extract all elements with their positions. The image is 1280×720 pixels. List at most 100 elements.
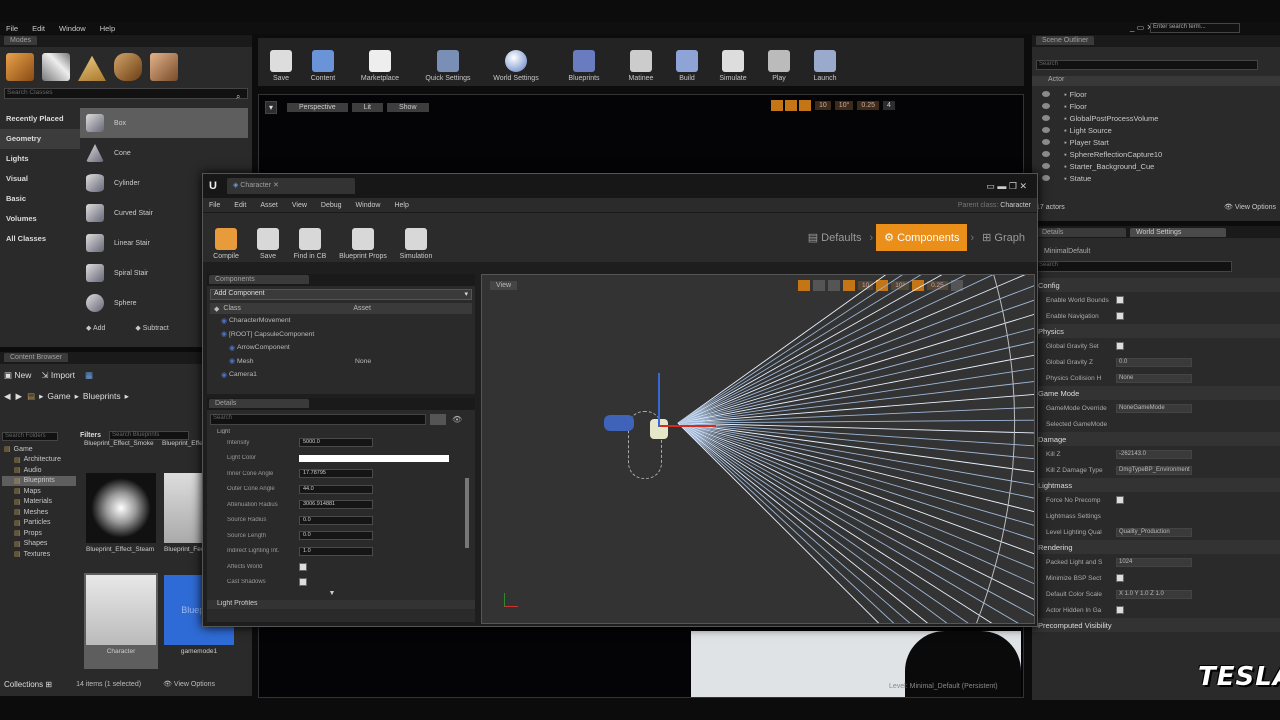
property-value-field[interactable]: NoneGameMode [1116, 403, 1192, 413]
details-scrollbar[interactable] [465, 478, 469, 548]
save-all-icon[interactable]: ▦ [85, 370, 93, 381]
landscape-mode-icon[interactable] [78, 55, 106, 81]
visibility-eye-icon[interactable] [1042, 91, 1050, 97]
property-checkbox[interactable] [1116, 496, 1124, 504]
property-checkbox[interactable] [1116, 342, 1124, 350]
cat-basic[interactable]: Basic [0, 189, 80, 209]
scene-outliner-tab[interactable]: Scene Outliner [1036, 36, 1095, 45]
light-profiles-section[interactable]: Light Profiles [207, 600, 475, 609]
bp-toolbar-save-button[interactable]: Save [251, 216, 285, 260]
paint-mode-icon[interactable] [42, 53, 70, 81]
outliner-view-options[interactable]: 👁 View Options [1224, 203, 1276, 211]
bp-menu-window[interactable]: Window [356, 202, 381, 209]
component-tree-row[interactable]: ◉ Camera1 [207, 368, 475, 382]
geometry-mode-icon[interactable] [150, 53, 178, 81]
toolbar-launch-button[interactable]: Launch [808, 42, 842, 82]
collections-toggle[interactable]: Collections ⊞ [4, 680, 52, 689]
bp-details-tab[interactable]: Details [209, 399, 309, 408]
outliner-row[interactable]: ▪ GlobalPostProcessVolume [1032, 112, 1280, 124]
global-search-input[interactable]: Enter search term... [1150, 23, 1240, 33]
visibility-eye-icon[interactable] [1042, 127, 1050, 133]
rotation-snap-value[interactable]: 10° [834, 101, 854, 110]
property-matrix-icon[interactable] [430, 414, 446, 425]
crumb-blueprints[interactable]: Blueprints [83, 391, 121, 401]
rotate-icon[interactable] [785, 100, 797, 111]
bp-menu-edit[interactable]: Edit [234, 202, 246, 209]
property-value-field[interactable]: 5000.0 [299, 438, 373, 448]
bp-menu-asset[interactable]: Asset [260, 202, 278, 209]
subtract-button[interactable]: ◆ Subtract [135, 324, 168, 332]
light-color-swatch[interactable] [299, 454, 449, 462]
property-value-field[interactable]: 3006.914881 [299, 500, 373, 510]
folder-tree-item[interactable]: ▤ Shapes [2, 539, 76, 550]
show-button[interactable]: Show [387, 103, 429, 112]
folder-tree-item[interactable]: ▤ Architecture [2, 455, 76, 466]
folder-tree-item[interactable]: ▤ Props [2, 528, 76, 539]
scale-icon[interactable] [799, 100, 811, 111]
folder-tree-item[interactable]: ▤ Textures [2, 549, 76, 560]
bp-menu-debug[interactable]: Debug [321, 202, 342, 209]
add-button[interactable]: ◆ Add [86, 324, 105, 332]
asset-tile[interactable]: Character [84, 573, 158, 669]
content-browser-tab[interactable]: Content Browser [4, 353, 69, 362]
property-value-field[interactable]: DmgTypeBP_Environment [1116, 465, 1192, 475]
mode-graph[interactable]: ⊞ Graph [974, 225, 1033, 250]
section-lightmass[interactable]: Lightmass [1032, 478, 1280, 492]
bp-toolbar-simulation-button[interactable]: Simulation [399, 216, 433, 260]
visibility-eye-icon[interactable] [1042, 115, 1050, 121]
section-damage[interactable]: Damage [1032, 432, 1280, 446]
visibility-eye-icon[interactable] [1042, 103, 1050, 109]
folder-tree-item[interactable]: ▤ Audio [2, 465, 76, 476]
toolbar-blueprints-button[interactable]: Blueprints [556, 42, 612, 82]
outliner-search-input[interactable]: Search [1036, 60, 1258, 70]
folder-tree-item[interactable]: ▤ Materials [2, 497, 76, 508]
mode-components[interactable]: ⚙ Components [876, 224, 968, 251]
section-config[interactable]: Config [1032, 278, 1280, 292]
blueprint-tab-character[interactable]: ◈ Character ✕ [226, 178, 355, 194]
foliage-mode-icon[interactable] [114, 53, 142, 81]
scale-snap-value[interactable]: 0.25 [857, 101, 880, 110]
property-checkbox[interactable] [299, 578, 307, 587]
component-tree-row[interactable]: ◉ [ROOT] CapsuleComponent [207, 328, 475, 342]
details-tab[interactable]: Details [1036, 227, 1126, 237]
add-component-dropdown[interactable]: Add Component ▾ [210, 289, 472, 300]
section-rendering[interactable]: Rendering [1032, 540, 1280, 554]
menu-file[interactable]: File [6, 24, 18, 33]
world-settings-tab[interactable]: World Settings [1130, 227, 1226, 237]
window-minimize-restore-close[interactable]: ▭ ▬ ❐ ✕ [986, 181, 1027, 192]
property-value-field[interactable]: 1.0 [299, 546, 373, 556]
back-arrow-icon[interactable]: ◀ [4, 391, 11, 402]
folder-tree-item[interactable]: ▤ Game [2, 444, 76, 455]
view-options-button[interactable]: 👁 View Options [163, 680, 215, 688]
menu-edit[interactable]: Edit [32, 24, 45, 33]
import-button[interactable]: ⇲ Import [41, 370, 75, 381]
property-checkbox[interactable] [1116, 296, 1124, 304]
toolbar-content-button[interactable]: Content [306, 42, 340, 82]
cat-all-classes[interactable]: All Classes [0, 229, 80, 249]
place-mode-icon[interactable] [6, 53, 34, 81]
bp-menu-file[interactable]: File [209, 202, 220, 209]
folder-tree-item[interactable]: ▤ Particles [2, 518, 76, 529]
folder-tree-item[interactable]: ▤ Meshes [2, 507, 76, 518]
property-checkbox[interactable] [1116, 606, 1124, 614]
bp-menu-help[interactable]: Help [394, 202, 408, 209]
cat-volumes[interactable]: Volumes [0, 209, 80, 229]
property-checkbox[interactable] [1116, 574, 1124, 582]
bp-details-search-input[interactable]: Search [210, 414, 426, 425]
folder-tree-item[interactable]: ▤ Maps [2, 486, 76, 497]
outliner-row[interactable]: ▪ Starter_Background_Cue [1032, 160, 1280, 172]
crumb-game[interactable]: Game [47, 391, 70, 401]
folder-tree-item[interactable]: ▤ Blueprints [2, 475, 76, 486]
toolbar-play-button[interactable]: Play [762, 42, 796, 82]
bp-menu-view[interactable]: View [292, 202, 307, 209]
section-precomputed-visibility[interactable]: Precomputed Visibility [1032, 618, 1280, 632]
property-checkbox[interactable] [1116, 312, 1124, 320]
outliner-row[interactable]: ▪ Light Source [1032, 124, 1280, 136]
property-value-field[interactable]: 0.0 [1116, 357, 1192, 367]
visibility-eye-icon[interactable] [1042, 175, 1050, 181]
grid-snap-value[interactable]: 10 [815, 101, 831, 110]
property-value-field[interactable]: Quality_Production [1116, 527, 1192, 537]
details-search-input[interactable]: Search [1036, 261, 1232, 272]
toolbar-quick-settings-button[interactable]: Quick Settings [420, 42, 476, 82]
class-search-input[interactable]: Search Classes [4, 88, 248, 99]
